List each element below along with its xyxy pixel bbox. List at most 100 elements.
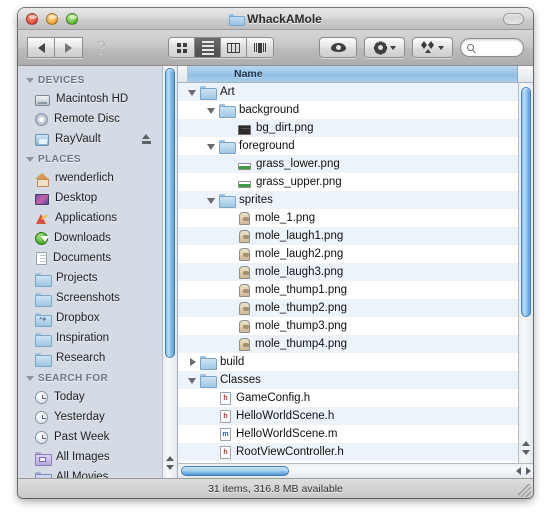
sidebar-section-header[interactable]: DEVICES bbox=[18, 70, 162, 89]
disclosure-triangle-icon[interactable] bbox=[26, 376, 34, 381]
scroll-down-icon[interactable] bbox=[166, 465, 174, 470]
resize-grip[interactable] bbox=[518, 484, 531, 497]
png-dark-icon bbox=[238, 124, 251, 135]
forward-button[interactable] bbox=[55, 37, 83, 58]
table-row[interactable]: bg_dirt.png bbox=[178, 119, 518, 137]
sidebar-item-screenshots[interactable]: Screenshots bbox=[18, 288, 162, 308]
table-row[interactable]: m HelloWorldScene.m bbox=[178, 425, 518, 443]
sidebar-item-remote-disc[interactable]: Remote Disc bbox=[18, 109, 162, 129]
table-row[interactable]: mole_laugh1.png bbox=[178, 227, 518, 245]
disclosure-triangle-icon[interactable] bbox=[188, 88, 197, 97]
sidebar-item-dropbox[interactable]: Dropbox bbox=[18, 308, 162, 328]
column-view-button[interactable] bbox=[221, 38, 247, 57]
table-row[interactable]: grass_upper.png bbox=[178, 173, 518, 191]
sidebar-item-downloads[interactable]: Downloads bbox=[18, 228, 162, 248]
table-row[interactable]: h RootViewController.h bbox=[178, 443, 518, 461]
icon-view-button[interactable] bbox=[169, 38, 195, 57]
disc-icon bbox=[35, 113, 48, 126]
file-list-scroll-arrows[interactable] bbox=[519, 433, 533, 463]
sidebar-item-rayvault[interactable]: RayVault bbox=[18, 129, 162, 149]
sidebar-item-applications[interactable]: Applications bbox=[18, 208, 162, 228]
sidebar-item-all-images[interactable]: All Images bbox=[18, 447, 162, 467]
sidebar-item-research[interactable]: Research bbox=[18, 348, 162, 368]
table-row[interactable]: foreground bbox=[178, 137, 518, 155]
action-menu-button[interactable] bbox=[364, 37, 405, 58]
sidebar-item-documents[interactable]: Documents bbox=[18, 248, 162, 268]
sidebar-item-label: Remote Disc bbox=[54, 113, 120, 125]
desktop-icon bbox=[35, 193, 49, 205]
folder-icon bbox=[35, 293, 52, 307]
scroll-up-icon[interactable] bbox=[522, 441, 530, 446]
table-row[interactable]: mole_laugh3.png bbox=[178, 263, 518, 281]
sidebar-scrollbar-thumb[interactable] bbox=[165, 68, 175, 358]
file-list-vertical-scrollbar[interactable] bbox=[518, 83, 533, 463]
scroll-right-icon[interactable] bbox=[526, 467, 531, 475]
scroll-up-icon[interactable] bbox=[166, 456, 174, 461]
table-row[interactable]: Art bbox=[178, 83, 518, 101]
sidebar-item-macintosh-hd[interactable]: Macintosh HD bbox=[18, 89, 162, 109]
table-row[interactable]: grass_lower.png bbox=[178, 155, 518, 173]
sidebar-item-all-movies[interactable]: All Movies bbox=[18, 467, 162, 478]
disclosure-triangle-icon[interactable] bbox=[207, 196, 216, 205]
table-row[interactable]: mole_thump2.png bbox=[178, 299, 518, 317]
sidebar-item-inspiration[interactable]: Inspiration bbox=[18, 328, 162, 348]
table-row[interactable]: mole_thump4.png bbox=[178, 335, 518, 353]
scroll-down-icon[interactable] bbox=[522, 450, 530, 455]
sidebar-section-header[interactable]: SEARCH FOR bbox=[18, 368, 162, 387]
folder-icon bbox=[200, 85, 217, 100]
sidebar-item-desktop[interactable]: Desktop bbox=[18, 188, 162, 208]
header-file-icon: h bbox=[220, 409, 231, 423]
column-header-name[interactable]: Name bbox=[188, 66, 518, 82]
file-list-horizontal-scrollbar[interactable] bbox=[178, 463, 533, 478]
table-row[interactable]: mole_1.png bbox=[178, 209, 518, 227]
table-row[interactable]: h GameConfig.h bbox=[178, 389, 518, 407]
png-grass-icon bbox=[238, 162, 251, 170]
eject-icon[interactable] bbox=[141, 134, 152, 145]
sidebar-scroll-arrows[interactable] bbox=[163, 448, 177, 478]
file-list-vertical-thumb[interactable] bbox=[521, 87, 531, 317]
chevron-down-icon bbox=[438, 45, 444, 50]
dropbox-menu-button[interactable] bbox=[412, 37, 453, 58]
zoom-button[interactable] bbox=[66, 12, 78, 25]
help-icon[interactable]: ? bbox=[97, 38, 106, 58]
coverflow-view-button[interactable] bbox=[247, 38, 273, 57]
file-name-label: background bbox=[239, 104, 300, 116]
sidebar-item-projects[interactable]: Projects bbox=[18, 268, 162, 288]
sidebar-scrollbar[interactable] bbox=[162, 66, 177, 478]
table-row[interactable]: mole_thump1.png bbox=[178, 281, 518, 299]
back-button[interactable] bbox=[27, 37, 55, 58]
view-mode-group bbox=[168, 37, 274, 58]
table-row[interactable]: mole_laugh2.png bbox=[178, 245, 518, 263]
toolbar-toggle-button[interactable] bbox=[503, 12, 524, 25]
quick-look-button[interactable] bbox=[319, 37, 357, 58]
disclosure-triangle-icon[interactable] bbox=[188, 376, 197, 385]
sidebar-item-yesterday[interactable]: Yesterday bbox=[18, 407, 162, 427]
file-name-label: HelloWorldScene.m bbox=[236, 428, 338, 440]
file-list-horizontal-arrows[interactable] bbox=[516, 464, 531, 478]
sidebar-item-today[interactable]: Today bbox=[18, 387, 162, 407]
disclosure-triangle-icon[interactable] bbox=[26, 157, 34, 162]
close-button[interactable] bbox=[26, 12, 38, 25]
search-input[interactable] bbox=[460, 38, 524, 57]
sidebar-section-header[interactable]: PLACES bbox=[18, 149, 162, 168]
sidebar-item-rwenderlich[interactable]: rwenderlich bbox=[18, 168, 162, 188]
scroll-left-icon[interactable] bbox=[516, 467, 521, 475]
disclosure-triangle-icon[interactable] bbox=[207, 106, 216, 115]
png-mole-icon bbox=[239, 229, 250, 243]
sidebar-item-label: Screenshots bbox=[56, 292, 120, 304]
disclosure-triangle-icon[interactable] bbox=[26, 78, 34, 83]
table-row[interactable]: h HelloWorldScene.h bbox=[178, 407, 518, 425]
title-bar[interactable]: WhackAMole bbox=[18, 8, 533, 30]
list-view-button[interactable] bbox=[195, 38, 221, 57]
table-row[interactable]: build bbox=[178, 353, 518, 371]
window-body: DEVICES Macintosh HD Remote Disc RayVault PL… bbox=[18, 66, 533, 478]
table-row[interactable]: background bbox=[178, 101, 518, 119]
table-row[interactable]: sprites bbox=[178, 191, 518, 209]
file-list-horizontal-thumb[interactable] bbox=[181, 466, 289, 476]
table-row[interactable]: Classes bbox=[178, 371, 518, 389]
minimize-button[interactable] bbox=[46, 12, 58, 25]
sidebar-item-past-week[interactable]: Past Week bbox=[18, 427, 162, 447]
disclosure-triangle-icon[interactable] bbox=[207, 142, 216, 151]
disclosure-triangle-icon[interactable] bbox=[188, 357, 197, 367]
table-row[interactable]: mole_thump3.png bbox=[178, 317, 518, 335]
